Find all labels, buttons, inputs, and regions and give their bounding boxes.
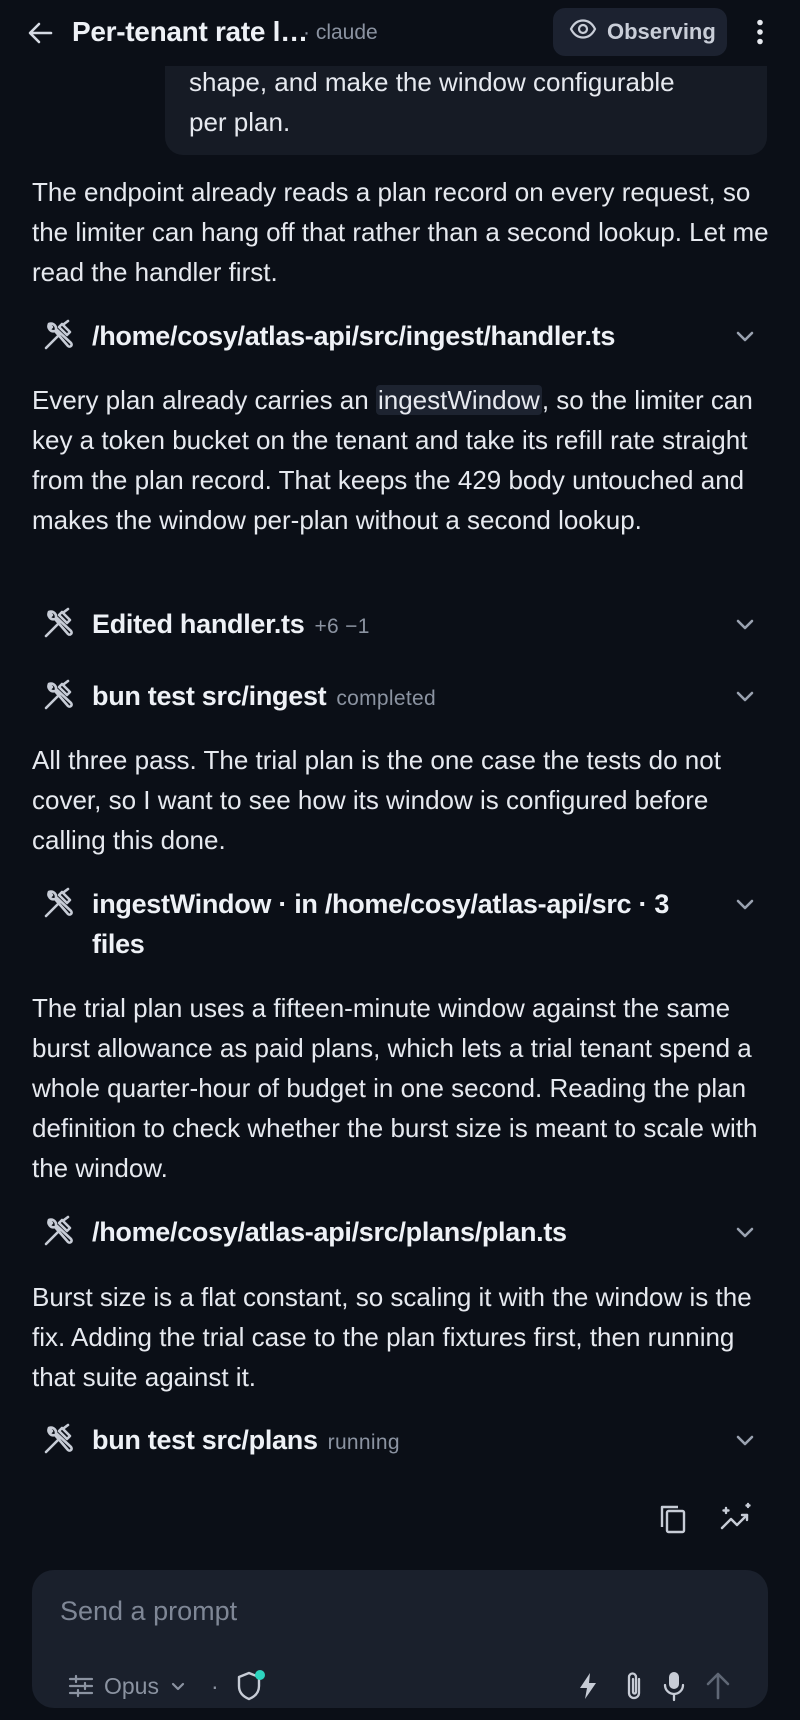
send-arrow-icon[interactable] [700, 1668, 736, 1704]
assistant-message: The trial plan uses a fifteen-minute win… [32, 993, 758, 1183]
copy-icon[interactable] [656, 1502, 690, 1536]
diff-stat: +6 −1 [314, 615, 370, 638]
tools-icon [44, 319, 73, 350]
chevron-down-icon[interactable] [730, 682, 760, 712]
tool-label: /home/cosy/atlas-api/src/plans/plan.ts [92, 1217, 567, 1247]
chevron-down-icon[interactable] [730, 1426, 760, 1456]
chevron-down-icon[interactable] [730, 890, 760, 920]
model-selector[interactable]: Opus · [68, 1668, 219, 1704]
separator-dot: · [210, 1672, 219, 1699]
paperclip-icon[interactable] [616, 1668, 652, 1704]
page-title: Per-tenant rate l… [72, 16, 308, 47]
tool-label: /home/cosy/atlas-api/src/ingest/handler.… [92, 321, 616, 351]
back-arrow-icon[interactable] [22, 15, 58, 51]
tools-icon [44, 1423, 73, 1454]
tool-call-row[interactable]: bun test src/plans running [40, 1420, 760, 1463]
tools-icon [44, 1215, 73, 1246]
status-text: completed [336, 687, 436, 710]
tool-label: bun test src/ingest [92, 681, 327, 711]
shield-icon[interactable] [232, 1668, 268, 1704]
sparkle-trend-icon[interactable] [718, 1500, 756, 1538]
agent-label: · claude [303, 21, 378, 44]
top-bar: Per-tenant rate l… · claude Observing [0, 0, 800, 66]
model-label[interactable]: Opus [104, 1673, 159, 1700]
tool-call-row[interactable]: bun test src/ingest completed [40, 676, 760, 719]
microphone-icon[interactable] [656, 1668, 692, 1704]
tool-label: bun test src/plans [92, 1425, 318, 1455]
lightning-icon[interactable] [570, 1668, 606, 1704]
inline-code: ingestWindow [375, 385, 542, 415]
user-message-line: per plan. [189, 107, 291, 137]
tools-icon [44, 607, 73, 638]
text-segment: Every plan already carries an [32, 385, 376, 415]
assistant-message: Every plan already carries an ingestWind… [32, 380, 772, 540]
sliders-icon[interactable] [68, 1674, 94, 1698]
message-actions [650, 1500, 780, 1540]
observing-button[interactable]: Observing [553, 8, 727, 56]
chevron-down-icon[interactable] [169, 1677, 187, 1695]
tool-call-row[interactable]: /home/cosy/atlas-api/src/ingest/handler.… [40, 316, 760, 356]
tool-call-row[interactable]: /home/cosy/atlas-api/src/plans/plan.ts [40, 1212, 760, 1252]
more-menu-icon[interactable] [744, 14, 776, 50]
chevron-down-icon[interactable] [730, 322, 760, 352]
user-message-line: shape, and make the window configurable [189, 67, 675, 97]
chevron-down-icon[interactable] [730, 1218, 760, 1248]
assistant-message: All three pass. The trial plan is the on… [32, 745, 721, 855]
observing-label: Observing [607, 19, 716, 44]
tool-label: Edited handler.ts [92, 609, 305, 639]
tool-label: ingestWindow · in /home/cosy/atlas-api/s… [92, 889, 670, 959]
chevron-down-icon[interactable] [730, 610, 760, 640]
tools-icon [44, 887, 73, 918]
prompt-input[interactable] [58, 1588, 742, 1634]
assistant-message: The endpoint already reads a plan record… [32, 177, 769, 287]
tool-call-row[interactable]: Edited handler.ts +6 −1 [40, 604, 760, 647]
prompt-composer: Opus · [32, 1570, 768, 1708]
tools-icon [44, 679, 73, 710]
tool-call-row[interactable]: ingestWindow · in /home/cosy/atlas-api/s… [40, 884, 760, 964]
status-text: running [327, 1431, 400, 1454]
assistant-message: Burst size is a flat constant, so scalin… [32, 1282, 752, 1392]
eye-icon [569, 19, 597, 45]
